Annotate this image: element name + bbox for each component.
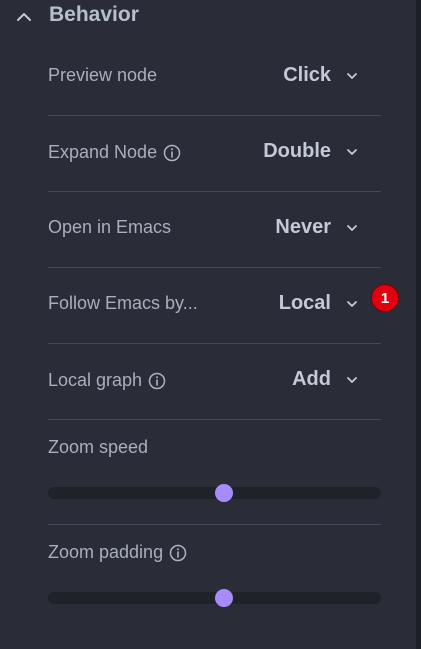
expand-node-select[interactable]: Double	[263, 140, 359, 163]
panel-right-border	[416, 0, 421, 649]
behavior-section-header[interactable]: Behavior	[0, 0, 416, 32]
open-in-emacs-select[interactable]: Never	[275, 216, 359, 239]
setting-label: Zoom padding	[48, 542, 187, 563]
chevron-down-icon	[347, 224, 357, 231]
setting-row-follow-emacs: Follow Emacs by... Local	[48, 268, 381, 344]
setting-label-text: Preview node	[48, 65, 158, 85]
select-value: Add	[292, 368, 331, 390]
info-icon[interactable]	[163, 144, 181, 162]
select-value: Double	[263, 140, 331, 162]
preview-node-select[interactable]: Click	[283, 64, 359, 87]
zoom-padding-slider[interactable]	[48, 589, 381, 607]
info-icon[interactable]	[148, 372, 166, 390]
chevron-down-icon	[347, 300, 357, 307]
setting-row-zoom-speed: Zoom speed	[48, 420, 381, 525]
setting-row-expand-node: Expand Node Double	[48, 116, 381, 192]
setting-row-zoom-padding: Zoom padding	[48, 525, 381, 625]
zoom-speed-slider[interactable]	[48, 484, 381, 502]
setting-label-text: Local graph	[48, 370, 143, 390]
chevron-up-icon[interactable]	[16, 9, 32, 25]
select-value: Click	[283, 64, 331, 86]
slider-thumb[interactable]	[215, 589, 233, 607]
setting-label-text: Zoom speed	[48, 437, 149, 457]
section-title: Behavior	[49, 3, 139, 26]
setting-label-text: Zoom padding	[48, 542, 164, 562]
select-value: Local	[278, 292, 331, 314]
follow-emacs-select[interactable]: Local	[279, 292, 359, 315]
setting-label: Expand Node	[48, 142, 181, 163]
setting-label: Zoom speed	[48, 437, 148, 458]
notification-badge: 1	[371, 284, 399, 312]
local-graph-select[interactable]: Add	[292, 368, 359, 391]
slider-thumb[interactable]	[215, 484, 233, 502]
chevron-down-icon	[347, 148, 357, 155]
setting-label-text: Follow Emacs by...	[48, 293, 198, 313]
chevron-down-icon	[347, 72, 357, 79]
info-icon[interactable]	[169, 544, 187, 562]
setting-label: Local graph	[48, 370, 166, 391]
setting-label: Follow Emacs by...	[48, 293, 198, 314]
select-value: Never	[275, 216, 331, 238]
setting-label-text: Expand Node	[48, 142, 158, 162]
setting-label: Preview node	[48, 65, 157, 86]
setting-row-local-graph: Local graph Add	[48, 344, 381, 420]
chevron-down-icon	[347, 376, 357, 383]
setting-label-text: Open in Emacs	[48, 217, 172, 237]
setting-row-preview-node: Preview node Click	[48, 40, 381, 116]
setting-label: Open in Emacs	[48, 217, 171, 238]
setting-row-open-in-emacs: Open in Emacs Never	[48, 192, 381, 268]
